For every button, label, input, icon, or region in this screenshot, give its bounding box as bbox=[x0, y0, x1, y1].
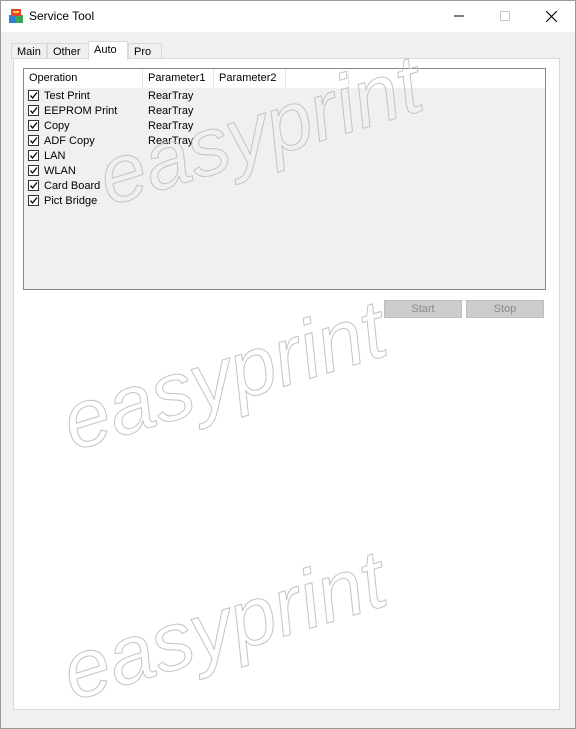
title-bar[interactable]: Service Tool bbox=[1, 1, 575, 32]
row-checkbox[interactable] bbox=[28, 150, 39, 161]
row-checkbox[interactable] bbox=[28, 120, 39, 131]
list-item[interactable]: Card Board bbox=[24, 179, 545, 194]
tab-auto[interactable]: Auto bbox=[88, 41, 128, 60]
row-checkbox[interactable] bbox=[28, 195, 39, 206]
list-item[interactable]: WLAN bbox=[24, 164, 545, 179]
column-header-parameter1[interactable]: Parameter1 bbox=[143, 69, 214, 88]
list-item[interactable]: EEPROM Print RearTray bbox=[24, 104, 545, 119]
tab-pro[interactable]: Pro bbox=[128, 43, 162, 59]
row-checkbox[interactable] bbox=[28, 105, 39, 116]
stop-button[interactable]: Stop bbox=[466, 300, 544, 318]
list-item[interactable]: Copy RearTray bbox=[24, 119, 545, 134]
row-operation: ADF Copy bbox=[44, 135, 95, 147]
tab-other[interactable]: Other bbox=[47, 43, 89, 59]
checkmark-icon bbox=[29, 182, 38, 190]
column-header-empty[interactable] bbox=[286, 69, 349, 88]
maximize-button[interactable] bbox=[482, 1, 528, 31]
row-parameter1: RearTray bbox=[148, 105, 194, 117]
column-header-parameter2[interactable]: Parameter2 bbox=[214, 69, 286, 88]
row-operation: Card Board bbox=[44, 180, 101, 192]
minimize-icon bbox=[454, 15, 464, 17]
auto-tab-panel: Operation Parameter1 Parameter2 Test Pri… bbox=[13, 58, 560, 710]
row-parameter1: RearTray bbox=[148, 135, 194, 147]
row-parameter1: RearTray bbox=[148, 120, 194, 132]
list-item[interactable]: ADF Copy RearTray bbox=[24, 134, 545, 149]
checkmark-icon bbox=[29, 137, 38, 145]
close-icon bbox=[545, 10, 557, 22]
checkmark-icon bbox=[29, 107, 38, 115]
row-parameter1: RearTray bbox=[148, 90, 194, 102]
row-operation: Pict Bridge bbox=[44, 195, 98, 207]
app-icon bbox=[9, 9, 23, 23]
checkmark-icon bbox=[29, 152, 38, 160]
service-tool-window: Service Tool Main Other Auto Pro Operati bbox=[0, 0, 576, 729]
checkmark-icon bbox=[29, 122, 38, 130]
list-item[interactable]: Pict Bridge bbox=[24, 194, 545, 209]
minimize-button[interactable] bbox=[436, 1, 482, 31]
list-item[interactable]: Test Print RearTray bbox=[24, 89, 545, 104]
checkmark-icon bbox=[29, 92, 38, 100]
close-button[interactable] bbox=[528, 1, 574, 31]
row-operation: Test Print bbox=[44, 90, 90, 102]
list-header: Operation Parameter1 Parameter2 bbox=[24, 69, 545, 88]
operation-list[interactable]: Operation Parameter1 Parameter2 Test Pri… bbox=[23, 68, 546, 290]
row-operation: EEPROM Print bbox=[44, 105, 118, 117]
column-header-operation[interactable]: Operation bbox=[24, 69, 143, 88]
window-title: Service Tool bbox=[29, 9, 95, 23]
row-checkbox[interactable] bbox=[28, 180, 39, 191]
row-operation: Copy bbox=[44, 120, 70, 132]
list-item[interactable]: LAN bbox=[24, 149, 545, 164]
row-operation: LAN bbox=[44, 150, 66, 162]
column-header-empty[interactable] bbox=[349, 69, 545, 88]
start-button[interactable]: Start bbox=[384, 300, 462, 318]
tab-main[interactable]: Main bbox=[11, 43, 47, 59]
checkmark-icon bbox=[29, 167, 38, 175]
row-checkbox[interactable] bbox=[28, 135, 39, 146]
row-operation: WLAN bbox=[44, 165, 76, 177]
row-checkbox[interactable] bbox=[28, 165, 39, 176]
checkmark-icon bbox=[29, 197, 38, 205]
maximize-icon bbox=[500, 11, 510, 21]
row-checkbox[interactable] bbox=[28, 90, 39, 101]
